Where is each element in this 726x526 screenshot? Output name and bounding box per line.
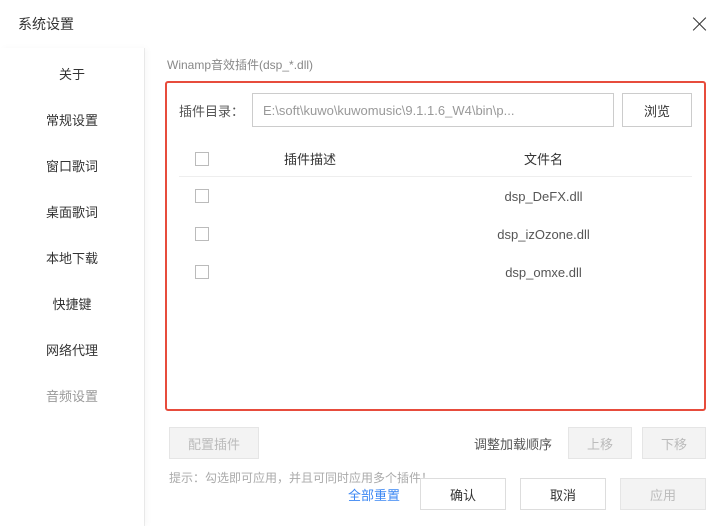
table-row[interactable]: dsp_izOzone.dll — [179, 215, 692, 253]
browse-button[interactable]: 浏览 — [622, 93, 692, 127]
close-icon[interactable] — [692, 16, 708, 32]
sidebar-item[interactable]: 网络代理 — [0, 328, 144, 374]
plugin-checkbox[interactable] — [195, 265, 209, 279]
table-header-desc: 插件描述 — [225, 149, 395, 168]
dialog-title: 系统设置 — [18, 14, 74, 34]
sidebar: 关于常规设置窗口歌词桌面歌词本地下载快捷键网络代理音频设置 — [0, 48, 145, 526]
dialog-body: 关于常规设置窗口歌词桌面歌词本地下载快捷键网络代理音频设置 Winamp音效插件… — [0, 48, 726, 526]
plugin-file-cell: dsp_izOzone.dll — [395, 227, 692, 242]
table-row[interactable]: dsp_DeFX.dll — [179, 177, 692, 215]
plugin-checkbox[interactable] — [195, 227, 209, 241]
sidebar-item[interactable]: 音频设置 — [0, 374, 144, 420]
sidebar-item[interactable]: 桌面歌词 — [0, 190, 144, 236]
dialog-footer: 全部重置 确认 取消 应用 — [348, 478, 706, 510]
cancel-button[interactable]: 取消 — [520, 478, 606, 510]
section-title: Winamp音效插件(dsp_*.dll) — [167, 56, 706, 73]
plugin-checkbox[interactable] — [195, 189, 209, 203]
table-header-file: 文件名 — [395, 149, 692, 168]
table-header-check — [179, 152, 225, 166]
sidebar-item[interactable]: 快捷键 — [0, 282, 144, 328]
configure-plugin-button[interactable]: 配置插件 — [169, 427, 259, 459]
reset-all-link[interactable]: 全部重置 — [348, 485, 400, 504]
table-header: 插件描述 文件名 — [179, 141, 692, 177]
sidebar-item[interactable]: 本地下载 — [0, 236, 144, 282]
move-up-button[interactable]: 上移 — [568, 427, 632, 459]
plugin-dir-label: 插件目录： — [179, 101, 244, 120]
move-down-button[interactable]: 下移 — [642, 427, 706, 459]
plugin-table: 插件描述 文件名 dsp_DeFX.dll dsp_izOzone.dll dsp_… — [179, 141, 692, 397]
plugin-dir-row: 插件目录： 浏览 — [179, 93, 692, 127]
main-panel: Winamp音效插件(dsp_*.dll) 插件目录： 浏览 插件描述 文件名 … — [145, 48, 726, 526]
plugin-dir-input[interactable] — [252, 93, 614, 127]
apply-button[interactable]: 应用 — [620, 478, 706, 510]
table-row[interactable]: dsp_omxe.dll — [179, 253, 692, 291]
plugin-controls: 配置插件 调整加载顺序 上移 下移 — [165, 427, 706, 459]
adjust-order-label: 调整加载顺序 — [474, 434, 552, 453]
sidebar-item[interactable]: 关于 — [0, 52, 144, 98]
plugin-highlight-box: 插件目录： 浏览 插件描述 文件名 dsp_DeFX.dll dsp_izOzon… — [165, 81, 706, 411]
sidebar-item[interactable]: 常规设置 — [0, 98, 144, 144]
plugin-file-cell: dsp_omxe.dll — [395, 265, 692, 280]
dialog-header: 系统设置 — [0, 0, 726, 48]
plugin-file-cell: dsp_DeFX.dll — [395, 189, 692, 204]
select-all-checkbox[interactable] — [195, 152, 209, 166]
ok-button[interactable]: 确认 — [420, 478, 506, 510]
sidebar-item[interactable]: 窗口歌词 — [0, 144, 144, 190]
